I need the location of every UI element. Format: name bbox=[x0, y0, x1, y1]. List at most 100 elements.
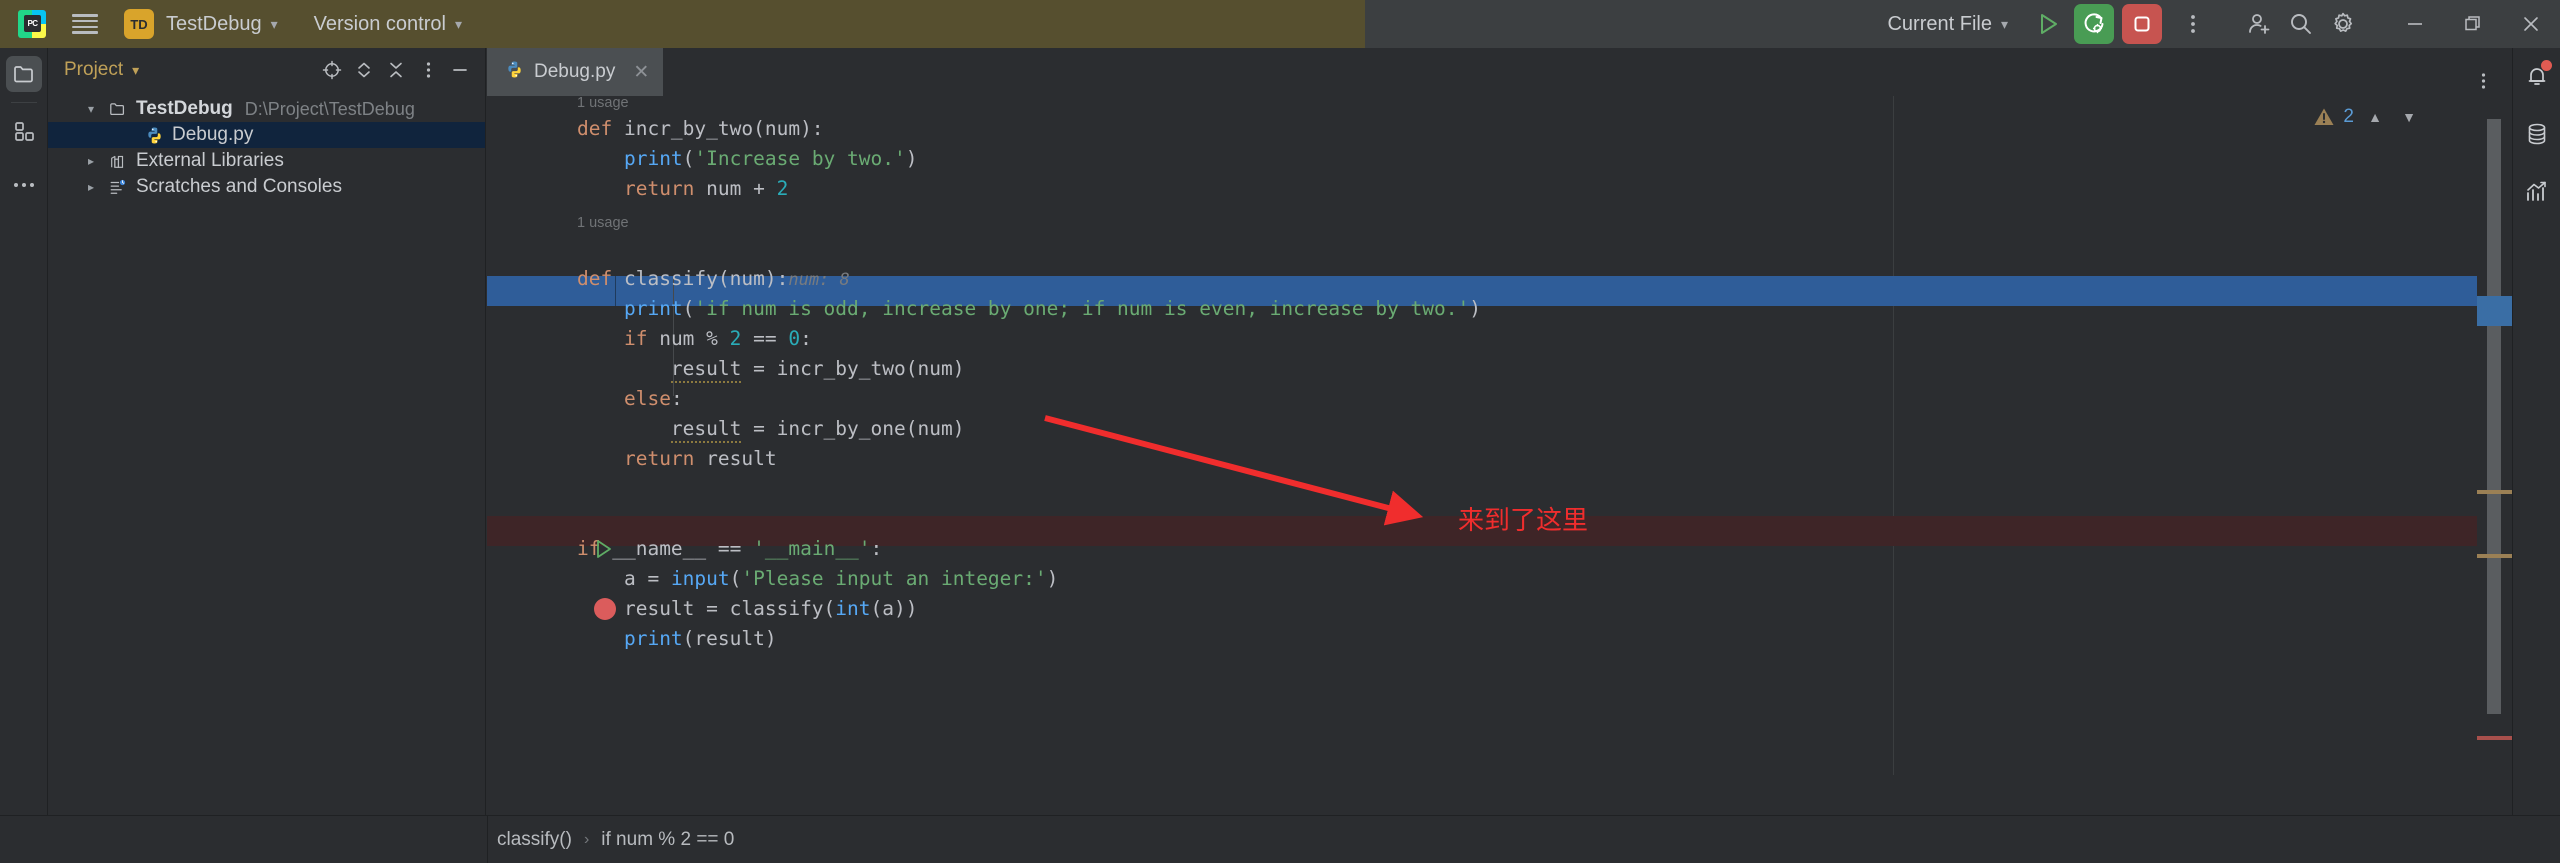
chevron-down-icon: ▾ bbox=[2000, 15, 2008, 32]
breadcrumb-item-function[interactable]: classify() bbox=[497, 829, 572, 851]
editor-options-button[interactable] bbox=[2468, 66, 2498, 96]
chevron-up-icon[interactable]: ▲ bbox=[2362, 104, 2388, 130]
warning-marker[interactable] bbox=[2477, 554, 2512, 558]
search-button[interactable] bbox=[2280, 3, 2322, 45]
python-file-icon bbox=[142, 126, 166, 145]
inspection-widget[interactable]: 2 ▲ ▼ bbox=[2313, 104, 2422, 130]
code-line[interactable]: 15 else: bbox=[487, 384, 2512, 414]
tree-item-testdebug[interactable]: ▾ TestDebug D:\Project\TestDebug bbox=[48, 96, 485, 122]
database-icon bbox=[2528, 123, 2545, 145]
account-button[interactable] bbox=[2238, 3, 2280, 45]
database-button[interactable] bbox=[2519, 116, 2555, 152]
code-line[interactable]: 7 print('Increase by two.') bbox=[487, 144, 2512, 174]
code-text: result = incr_by_two(num) bbox=[577, 354, 964, 384]
python-file-icon bbox=[505, 60, 524, 84]
code-line[interactable]: 13 if num % 2 == 0: bbox=[487, 324, 2512, 354]
tab-debug-py[interactable]: Debug.py ✕ bbox=[487, 48, 664, 96]
tree-item-label: TestDebug bbox=[136, 98, 233, 119]
warning-triangle-icon bbox=[2314, 108, 2334, 125]
minimize-window-button[interactable] bbox=[2386, 0, 2444, 48]
close-icon[interactable]: ✕ bbox=[633, 61, 649, 84]
chevron-down-icon[interactable]: ▼ bbox=[2396, 104, 2422, 130]
breadcrumb-item-statement[interactable]: if num % 2 == 0 bbox=[601, 829, 734, 851]
code-line[interactable]: 17 return result bbox=[487, 444, 2512, 474]
editor-scrollbar[interactable] bbox=[2477, 96, 2512, 775]
code-line[interactable]: 8 return num + 2 bbox=[487, 174, 2512, 204]
breakpoint-marker[interactable] bbox=[2477, 736, 2512, 740]
code-line[interactable]: 24 bbox=[487, 654, 2512, 684]
left-tool-rail bbox=[0, 48, 48, 815]
code-line[interactable]: 18 bbox=[487, 474, 2512, 504]
pycharm-logo-icon: PC bbox=[18, 10, 46, 38]
chevron-right-icon[interactable]: ▸ bbox=[88, 154, 106, 168]
more-actions-button[interactable] bbox=[2172, 3, 2214, 45]
breakpoint-icon[interactable] bbox=[594, 598, 616, 620]
sidebar-item-structure[interactable] bbox=[6, 113, 42, 149]
run-gutter-icon[interactable] bbox=[594, 538, 614, 560]
code-editor[interactable]: 1 usage 1 usage 6 def incr_by_two(num): … bbox=[487, 96, 2512, 775]
project-panel-title[interactable]: Project bbox=[64, 59, 123, 81]
code-text: if __name__ == '__main__': bbox=[577, 537, 883, 560]
main-toolbar: PC TD TestDebug ▾ Version control ▾ Curr… bbox=[0, 0, 2560, 48]
project-name-label: TestDebug bbox=[166, 12, 262, 35]
tree-item-external-libraries[interactable]: ▸ External Libraries bbox=[48, 148, 485, 174]
code-line[interactable]: 20 if __name__ == '__main__': bbox=[487, 534, 2512, 564]
run-button[interactable] bbox=[2028, 3, 2070, 45]
more-horizontal-icon bbox=[13, 183, 34, 187]
code-text: print('Increase by two.') bbox=[623, 147, 918, 170]
code-line[interactable]: 11 def classify(num):num: 8 bbox=[487, 264, 2512, 294]
code-line[interactable]: 6 def incr_by_two(num): bbox=[487, 114, 2512, 144]
run-configuration-selector[interactable]: Current File ▾ bbox=[1887, 13, 2008, 36]
code-text: def classify(num):num: 8 bbox=[577, 267, 850, 290]
select-opened-file-button[interactable] bbox=[317, 55, 347, 85]
expand-all-button[interactable] bbox=[349, 55, 379, 85]
more-vertical-icon bbox=[426, 62, 430, 78]
project-selector[interactable]: TD TestDebug ▾ bbox=[98, 9, 278, 39]
stop-button[interactable] bbox=[2122, 4, 2162, 44]
version-control-label: Version control bbox=[313, 12, 446, 35]
chevron-down-icon[interactable]: ▾ bbox=[132, 62, 139, 79]
code-line-current[interactable]: 14 result = incr_by_two(num) bbox=[487, 354, 2512, 384]
code-line[interactable]: 12 print('if num is odd, increase by one… bbox=[487, 294, 2512, 324]
code-text: print('if num is odd, increase by one; i… bbox=[623, 297, 1482, 320]
sidebar-item-more[interactable] bbox=[6, 167, 42, 203]
code-line[interactable]: 19 bbox=[487, 504, 2512, 534]
hide-panel-button[interactable] bbox=[445, 55, 475, 85]
chevron-down-icon[interactable]: ▾ bbox=[88, 102, 106, 116]
close-icon bbox=[2524, 17, 2538, 31]
tree-item-scratches-consoles[interactable]: ▸ Scratches and Consoles bbox=[48, 174, 485, 200]
debug-button[interactable] bbox=[2074, 4, 2114, 44]
maximize-window-button[interactable] bbox=[2444, 0, 2502, 48]
project-options-button[interactable] bbox=[413, 55, 443, 85]
tree-item-debug-py[interactable]: Debug.py bbox=[48, 122, 485, 148]
current-line-marker[interactable] bbox=[2477, 296, 2512, 326]
code-text: result = classify(int(a)) bbox=[623, 597, 918, 620]
warning-marker[interactable] bbox=[2477, 490, 2512, 494]
more-vertical-icon bbox=[2481, 73, 2485, 89]
project-tool-window: Project ▾ ▾ TestDebug D:\Project\TestDeb… bbox=[48, 48, 486, 815]
sidebar-item-project[interactable] bbox=[5, 56, 42, 92]
scrollbar-thumb[interactable] bbox=[2487, 119, 2501, 714]
plots-button[interactable] bbox=[2519, 174, 2555, 210]
hamburger-menu-icon[interactable] bbox=[72, 14, 98, 34]
status-divider bbox=[487, 816, 488, 863]
notifications-button[interactable] bbox=[2519, 58, 2555, 94]
code-line-breakpoint[interactable]: 22 result = classify(int(a)) bbox=[487, 594, 2512, 624]
code-text: a = input('Please input an integer:') bbox=[623, 567, 1059, 590]
code-line[interactable]: 23 print(result) bbox=[487, 624, 2512, 654]
code-line[interactable]: 21 a = input('Please input an integer:') bbox=[487, 564, 2512, 594]
notification-badge bbox=[2540, 60, 2552, 71]
project-badge: TD bbox=[124, 9, 154, 39]
close-window-button[interactable] bbox=[2502, 0, 2560, 48]
code-line[interactable]: 16 result = incr_by_one(num) bbox=[487, 414, 2512, 444]
chevron-right-icon[interactable]: ▸ bbox=[88, 180, 106, 194]
tab-label: Debug.py bbox=[534, 61, 616, 82]
version-control-menu[interactable]: Version control ▾ bbox=[314, 13, 462, 36]
settings-button[interactable] bbox=[2322, 3, 2364, 45]
tree-item-label: Debug.py bbox=[172, 124, 254, 145]
collapse-all-button[interactable] bbox=[381, 55, 411, 85]
minus-icon bbox=[453, 69, 467, 71]
code-line[interactable]: 10 bbox=[487, 234, 2512, 264]
code-line[interactable]: 9 bbox=[487, 204, 2512, 234]
project-panel-header: Project ▾ bbox=[48, 48, 485, 92]
